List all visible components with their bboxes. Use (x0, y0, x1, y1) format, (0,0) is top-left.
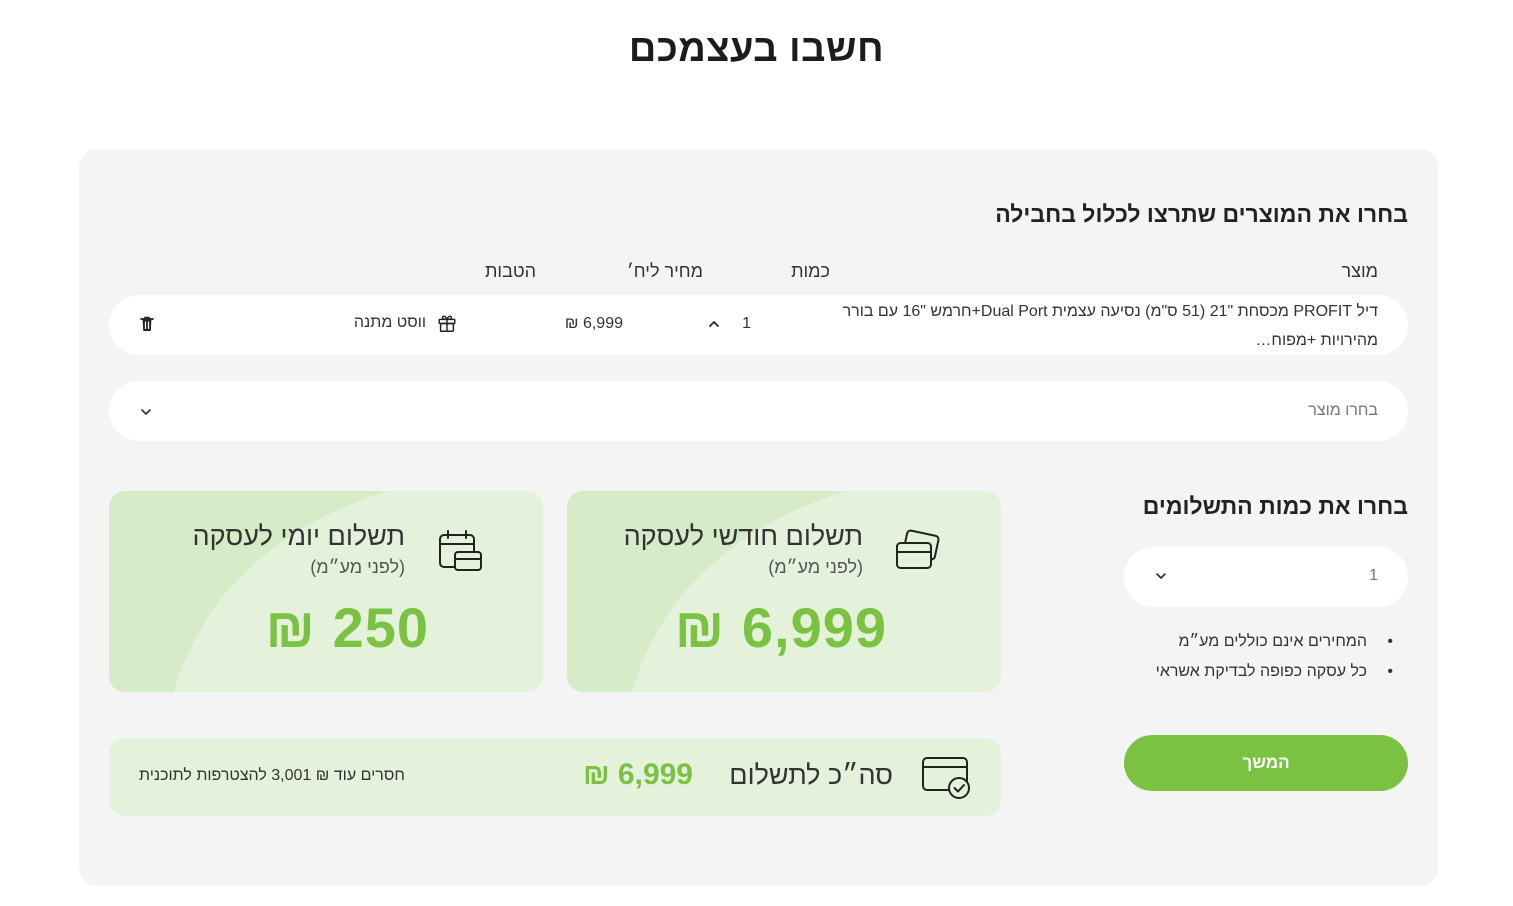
benefit: ווסט מתנה (354, 312, 458, 334)
column-header-benefits: הטבות (484, 261, 536, 281)
gift-icon (438, 315, 456, 332)
unit-price: 6,999 ₪ (564, 315, 623, 332)
quantity-value[interactable]: 1 (742, 315, 751, 333)
payments-title: בחרו את כמות התשלומים (1142, 493, 1408, 519)
calculator-panel: בחרו את המוצרים שתרצו לכלול בחבילה מוצר … (79, 149, 1438, 886)
monthly-payment-subtitle: (לפני מע״מ) (768, 557, 863, 577)
monthly-payment-amount: 6,999 ₪ (674, 596, 887, 659)
daily-payment-amount: 250 ₪ (265, 596, 429, 659)
column-header-quantity: כמות (791, 261, 830, 281)
products-section-title: בחרו את המוצרים שתרצו לכלול בחבילה (995, 201, 1408, 227)
benefit-label: ווסט מתנה (353, 314, 426, 331)
total-amount: 6,999 ₪ (583, 758, 693, 791)
product-name: דיל PROFIT מכסחת "21 (51 ס"מ) נסיעה עצמי… (842, 303, 1378, 349)
installments-value: 1 (1369, 567, 1378, 584)
product-row: דיל PROFIT מכסחת "21 (51 ס"מ) נסיעה עצמי… (109, 295, 1408, 355)
missing-amount-text: חסרים עוד ₪ 3,001 להצטרפות לתוכנית (139, 767, 405, 784)
monthly-payment-card: תשלום חודשי לעסקה (לפני מע״מ) 6,999 ₪ (567, 491, 1001, 692)
credit-cards-icon (896, 529, 940, 569)
card-check-icon (922, 757, 970, 799)
daily-payment-card: תשלום יומי לעסקה (לפני מע״מ) 250 ₪ (109, 491, 543, 692)
monthly-payment-title: תשלום חודשי לעסקה (623, 521, 863, 551)
total-bar: סה״כ לתשלום 6,999 ₪ חסרים עוד ₪ 3,001 לה… (109, 738, 1001, 816)
calendar-card-icon (439, 530, 482, 571)
daily-payment-subtitle: (לפני מע״מ) (310, 557, 405, 577)
note-item: כל עסקה כפופה לבדיקת אשראי (1156, 657, 1394, 687)
product-select[interactable]: בחרו מוצר (109, 381, 1408, 441)
column-header-list-price: מחיר ליח׳ (626, 261, 703, 281)
column-header-product: מוצר (1341, 261, 1378, 281)
chevron-down-icon (1156, 573, 1166, 579)
daily-payment-title: תשלום יומי לעסקה (192, 521, 405, 551)
continue-button[interactable]: המשך (1124, 735, 1408, 791)
product-select-placeholder: בחרו מוצר (1308, 402, 1378, 419)
note-item: המחירים אינם כוללים מע״מ (1156, 627, 1394, 657)
page-title: חשבו בעצמכם (628, 28, 885, 70)
chevron-down-icon (141, 409, 151, 415)
trash-icon[interactable] (137, 314, 157, 334)
installments-select[interactable]: 1 (1124, 547, 1408, 607)
chevron-up-icon[interactable] (706, 316, 722, 332)
total-label: סה״כ לתשלום (729, 760, 893, 790)
payment-notes: המחירים אינם כוללים מע״מ כל עסקה כפופה ל… (1156, 627, 1394, 687)
